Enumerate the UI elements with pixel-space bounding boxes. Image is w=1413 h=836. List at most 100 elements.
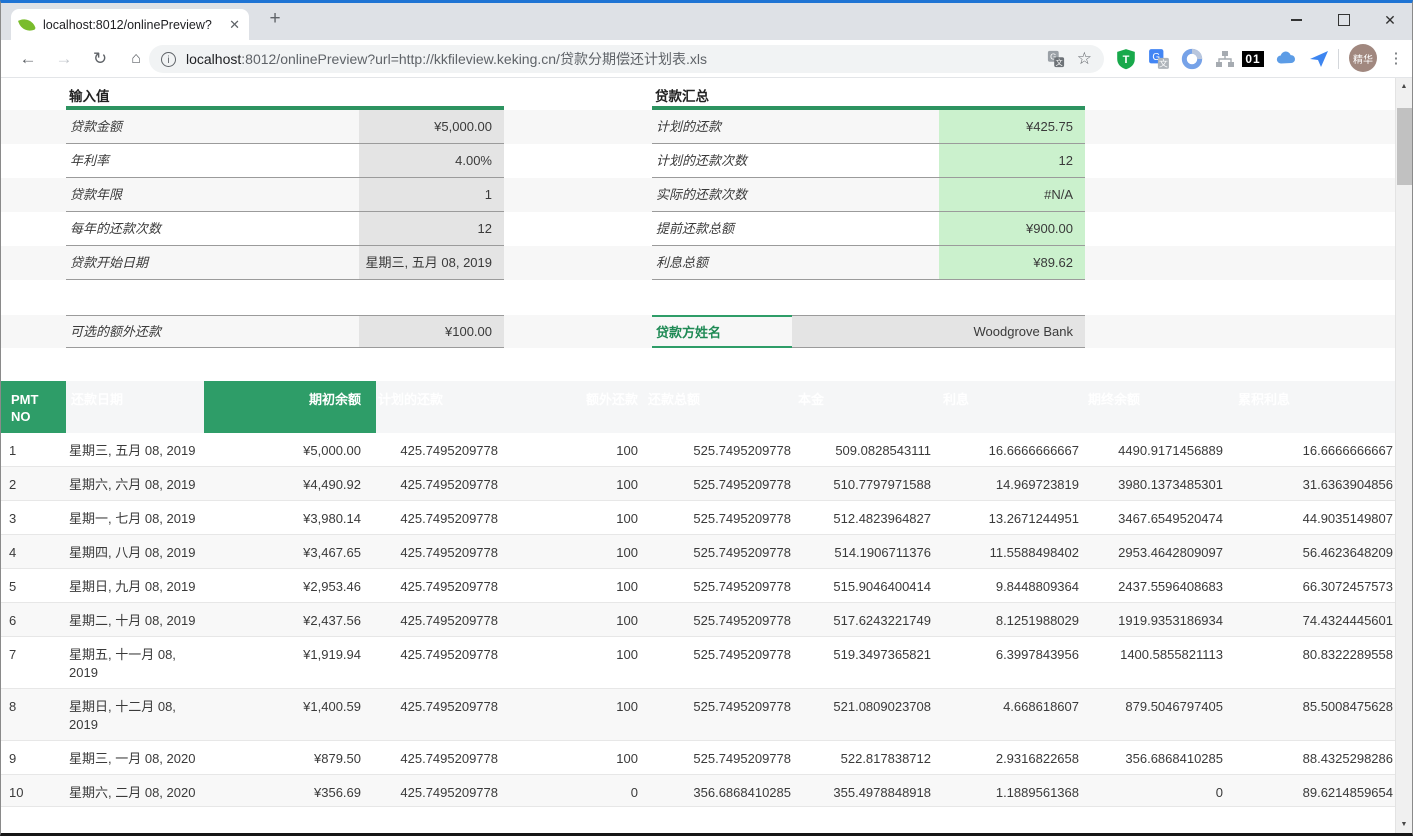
browser-menu-button[interactable]: ⋮ xyxy=(1385,46,1407,72)
schedule-cell: 517.6243221749 xyxy=(796,603,931,636)
schedule-cell: 2 xyxy=(9,467,59,500)
svg-text:T: T xyxy=(1123,54,1130,66)
schedule-cell: 425.7495209778 xyxy=(376,535,498,568)
schedule-cell: 356.6868410285 xyxy=(646,775,791,806)
input-row-value: ¥5,000.00 xyxy=(359,110,504,144)
schedule-cell: 100 xyxy=(511,741,638,774)
schedule-cell: ¥2,437.56 xyxy=(204,603,361,636)
extra-payment-label: 可选的额外还款 xyxy=(66,315,359,348)
schedule-cell: 425.7495209778 xyxy=(376,569,498,602)
top-table-row: 贷款年限1 实际的还款次数#N/A xyxy=(1,178,1397,212)
summary-row-label: 计划的还款 xyxy=(652,110,939,144)
schedule-cell: 56.4623648209 xyxy=(1236,535,1393,568)
home-button[interactable]: ⌂ xyxy=(123,47,149,71)
svg-text:文: 文 xyxy=(1055,58,1062,67)
schedule-cell: 100 xyxy=(511,603,638,636)
back-button[interactable]: ← xyxy=(15,47,41,71)
schedule-row: 6星期二, 十月 08, 2019¥2,437.56425.7495209778… xyxy=(1,603,1397,637)
browser-tab[interactable]: localhost:8012/onlinePreview? ✕ xyxy=(11,9,249,40)
profile-avatar[interactable]: 精华 xyxy=(1349,44,1377,72)
circle-swirl-extension-icon[interactable] xyxy=(1179,46,1205,72)
extra-payment-row: 可选的额外还款 ¥100.00 贷款方姓名 Woodgrove Bank xyxy=(1,315,1397,348)
schedule-cell: 66.3072457573 xyxy=(1236,569,1393,602)
schedule-cell: 星期日, 九月 08, 2019 xyxy=(69,569,204,602)
minimize-icon xyxy=(1291,19,1302,21)
window-maximize-button[interactable] xyxy=(1321,3,1367,37)
window-close-button[interactable]: ✕ xyxy=(1367,3,1413,37)
scroll-down-button[interactable]: ▼ xyxy=(1396,816,1412,833)
sitemap-extension-icon[interactable] xyxy=(1212,46,1238,72)
schedule-cell: 6.3997843956 xyxy=(941,637,1079,688)
url-text: localhost:8012/onlinePreview?url=http://… xyxy=(186,49,1035,69)
window-minimize-button[interactable] xyxy=(1273,3,1319,37)
address-bar[interactable]: i localhost:8012/onlinePreview?url=http:… xyxy=(149,45,1104,73)
schedule-cell: 512.4823964827 xyxy=(796,501,931,534)
summary-row-label: 计划的还款次数 xyxy=(652,144,939,178)
schedule-header-cell: 期终余额 xyxy=(1086,381,1223,433)
schedule-cell: ¥2,953.46 xyxy=(204,569,361,602)
bird-extension-icon[interactable] xyxy=(1306,46,1332,72)
badge-01-extension-icon[interactable]: 01 xyxy=(1240,46,1266,72)
schedule-cell: 85.5008475628 xyxy=(1236,689,1393,740)
tab-bar: localhost:8012/onlinePreview? ✕ + ✕ xyxy=(1,3,1412,40)
schedule-cell: 44.9035149807 xyxy=(1236,501,1393,534)
spreadsheet-preview: 输入值 贷款汇总 贷款金额¥5,000.00计划的还款¥425.75年利率4.0… xyxy=(1,78,1397,807)
reload-button[interactable]: ↻ xyxy=(87,47,113,71)
tab-title: localhost:8012/onlinePreview? xyxy=(43,18,223,32)
page-info-icon[interactable]: i xyxy=(161,52,176,67)
schedule-cell: 356.6868410285 xyxy=(1086,741,1223,774)
schedule-cell: 4490.9171456889 xyxy=(1086,433,1223,466)
schedule-header-cell: 还款总额 xyxy=(646,381,791,433)
lender-name-value: Woodgrove Bank xyxy=(792,315,1085,348)
summary-row-label: 实际的还款次数 xyxy=(652,178,939,212)
schedule-cell: 1919.9353186934 xyxy=(1086,603,1223,636)
tab-close-icon[interactable]: ✕ xyxy=(229,17,240,33)
maximize-icon xyxy=(1338,14,1350,26)
schedule-cell: 514.1906711376 xyxy=(796,535,931,568)
input-row-value: 1 xyxy=(359,178,504,212)
schedule-row: 3星期一, 七月 08, 2019¥3,980.14425.7495209778… xyxy=(1,501,1397,535)
schedule-cell: 88.4325298286 xyxy=(1236,741,1393,774)
scrollbar-thumb[interactable] xyxy=(1397,108,1412,185)
schedule-cell: ¥5,000.00 xyxy=(204,433,361,466)
schedule-cell: 4 xyxy=(9,535,59,568)
bookmark-star-icon[interactable]: ☆ xyxy=(1077,49,1092,69)
top-table-row: 每年的还款次数12提前还款总额¥900.00 xyxy=(1,212,1397,246)
schedule-cell: 879.5046797405 xyxy=(1086,689,1223,740)
schedule-cell: 星期四, 八月 08, 2019 xyxy=(69,535,204,568)
summary-row-value: #N/A xyxy=(939,178,1085,212)
cloud-extension-icon[interactable] xyxy=(1273,46,1299,72)
schedule-cell: 425.7495209778 xyxy=(376,467,498,500)
schedule-cell: 525.7495209778 xyxy=(646,637,791,688)
toolbar-divider xyxy=(1338,49,1339,69)
schedule-cell: 100 xyxy=(511,433,638,466)
schedule-cell: 522.817838712 xyxy=(796,741,931,774)
schedule-cell: 星期五, 十一月 08, 2019 xyxy=(69,637,204,688)
schedule-cell: 0 xyxy=(1086,775,1223,806)
schedule-cell: 3 xyxy=(9,501,59,534)
schedule-cell: 9 xyxy=(9,741,59,774)
input-row-label: 贷款年限 xyxy=(66,178,359,212)
scroll-up-button[interactable]: ▲ xyxy=(1396,78,1412,95)
shield-extension-icon[interactable]: T xyxy=(1113,46,1139,72)
schedule-header-cell: 额外还款 xyxy=(511,381,638,433)
schedule-cell: 525.7495209778 xyxy=(646,433,791,466)
schedule-cell: 星期二, 十月 08, 2019 xyxy=(69,603,204,636)
forward-button[interactable]: → xyxy=(51,47,77,71)
schedule-cell: 100 xyxy=(511,501,638,534)
translate-icon[interactable]: G文 xyxy=(1047,50,1065,68)
input-row-label: 每年的还款次数 xyxy=(66,212,359,246)
schedule-cell: ¥1,400.59 xyxy=(204,689,361,740)
schedule-cell: 16.6666666667 xyxy=(1236,433,1393,466)
vertical-scrollbar[interactable]: ▲ ▼ xyxy=(1395,78,1412,833)
schedule-cell: 509.0828543111 xyxy=(796,433,931,466)
translate-extension-icon[interactable]: G文 xyxy=(1146,46,1172,72)
schedule-cell: 1 xyxy=(9,433,59,466)
browser-window: localhost:8012/onlinePreview? ✕ + ✕ ← → … xyxy=(0,0,1413,836)
schedule-cell: 100 xyxy=(511,535,638,568)
new-tab-button[interactable]: + xyxy=(263,8,287,30)
summary-row-value: 12 xyxy=(939,144,1085,178)
schedule-cell: 425.7495209778 xyxy=(376,603,498,636)
input-row-label: 贷款金额 xyxy=(66,110,359,144)
schedule-cell: 4.668618607 xyxy=(941,689,1079,740)
